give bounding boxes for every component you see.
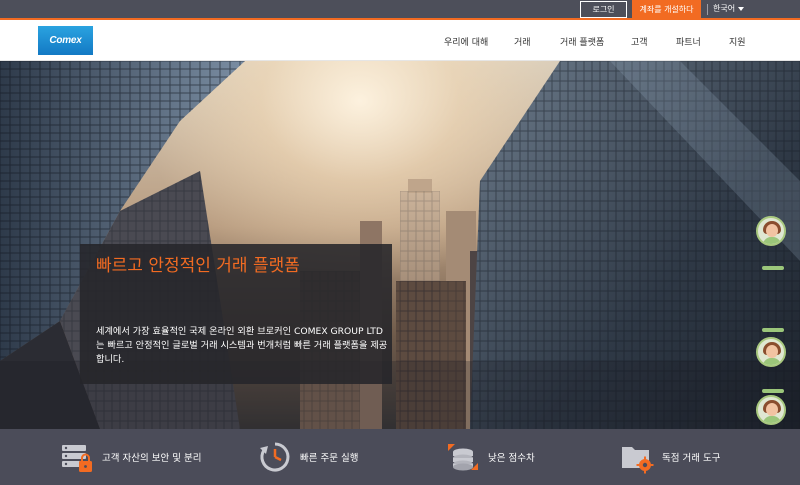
feature-low-spreads[interactable]: 낮은 점수차 <box>446 429 535 485</box>
nav-item-about[interactable]: 우리에 대해 <box>444 35 488 48</box>
chat-avatar-edge <box>762 266 784 270</box>
comex-logo[interactable]: Comex <box>38 26 93 55</box>
login-button[interactable]: 로그인 <box>580 1 627 18</box>
support-agent-avatar[interactable] <box>756 337 786 367</box>
hero-text-box: 빠르고 안정적인 거래 플랫폼 세계에서 가장 효율적인 국제 온라인 외환 브… <box>80 244 392 384</box>
divider <box>707 4 708 15</box>
top-utility-bar: 로그인 계좌를 개설하다 한국어 <box>0 0 800 20</box>
main-navigation: Comex 우리에 대해 거래 거래 플랫폼 고객 파트너 지원 <box>0 20 800 61</box>
folder-gear-icon <box>620 440 654 474</box>
server-lock-icon <box>60 440 94 474</box>
feature-label: 빠른 주문 실행 <box>300 453 359 464</box>
caret-down-icon <box>738 6 745 11</box>
feature-asset-security[interactable]: 고객 자산의 보안 및 분리 <box>60 429 201 485</box>
chat-avatar-edge <box>762 328 784 332</box>
hero-banner: 빠르고 안정적인 거래 플랫폼 세계에서 가장 효율적인 국제 온라인 외환 브… <box>0 61 800 429</box>
chat-avatar-edge <box>762 389 784 393</box>
nav-item-partners[interactable]: 파트너 <box>676 35 701 48</box>
nav-item-clients[interactable]: 고객 <box>631 35 648 48</box>
feature-label: 독점 거래 도구 <box>662 453 721 464</box>
feature-label: 낮은 점수차 <box>488 453 535 464</box>
language-selector[interactable]: 한국어 <box>713 3 745 14</box>
support-agent-avatar[interactable] <box>756 395 786 425</box>
feature-label: 고객 자산의 보안 및 분리 <box>102 453 202 464</box>
nav-item-support[interactable]: 지원 <box>729 35 746 48</box>
language-label: 한국어 <box>713 4 736 13</box>
feature-exclusive-tools[interactable]: 독점 거래 도구 <box>620 429 720 485</box>
features-bar: 고객 자산의 보안 및 분리 빠른 주문 실행 낮은 점수차 독점 거래 도구 <box>0 429 800 485</box>
logo-text: Comex <box>49 35 82 46</box>
clock-arrow-icon <box>258 440 292 474</box>
nav-item-trading[interactable]: 거래 <box>514 35 531 48</box>
hero-description: 세계에서 가장 효율적인 국제 온라인 외환 브로커인 COMEX GROUP … <box>96 326 388 365</box>
hero-title: 빠르고 안정적인 거래 플랫폼 <box>96 256 300 276</box>
feature-fast-execution[interactable]: 빠른 주문 실행 <box>258 429 358 485</box>
nav-item-platforms[interactable]: 거래 플랫폼 <box>560 35 604 48</box>
coins-arrows-icon <box>446 440 480 474</box>
support-agent-avatar[interactable] <box>756 216 786 246</box>
open-account-button[interactable]: 계좌를 개설하다 <box>632 0 701 19</box>
